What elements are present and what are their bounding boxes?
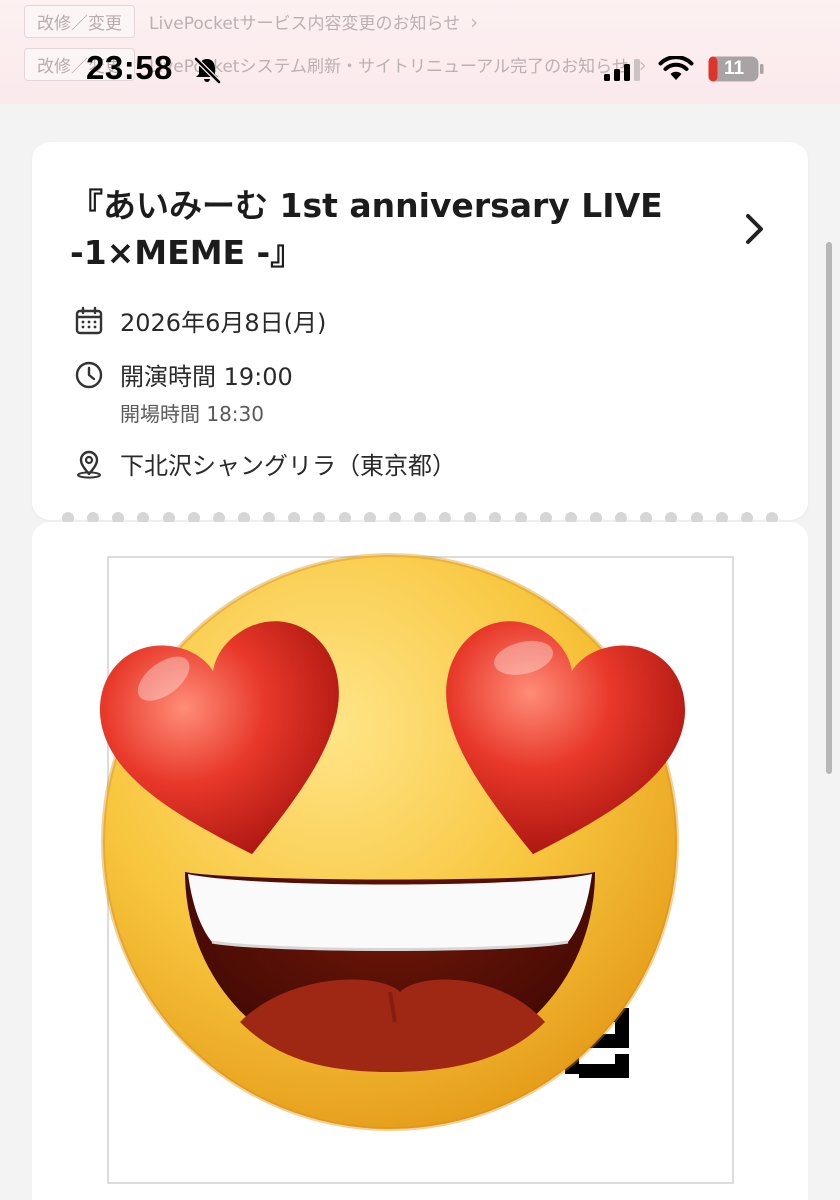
event-time-row: 開演時間 19:00 (74, 357, 293, 392)
event-title-line: -1×MEME -』 (70, 233, 304, 272)
event-start-time: 開演時間 19:00 (120, 363, 293, 391)
heart-eyes-emoji (100, 553, 685, 1131)
clock-icon (75, 361, 103, 388)
calendar-icon (75, 306, 103, 334)
bell-slash-icon (194, 57, 221, 84)
chevron-right-icon[interactable] (744, 212, 766, 246)
event-title: 『あいみーむ 1st anniversary LIVE -1×MEME -』 (70, 182, 670, 276)
event-date-row: 2026年6月8日(月) (74, 303, 326, 338)
chevron-right-icon: › (470, 9, 479, 34)
news-text: LivePocketサービス内容変更のお知らせ (149, 14, 461, 34)
event-open-time: 開場時間 18:30 (120, 402, 264, 426)
battery-icon: 11 (708, 56, 764, 82)
news-tag: 改修／変更 (24, 5, 135, 38)
event-venue: 下北沢シャングリラ（東京都） (120, 452, 456, 480)
event-title-line: 『あいみーむ 1st anniversary LIVE (70, 186, 663, 225)
wifi-icon (658, 56, 694, 80)
battery-level: 11 (723, 58, 745, 79)
map-pin-icon (77, 450, 101, 479)
signal-icon (604, 59, 640, 81)
news-item[interactable]: 改修／変更 LivePocketサービス内容変更のお知らせ › (24, 5, 478, 38)
event-date: 2026年6月8日(月) (120, 309, 327, 337)
event-card[interactable]: 『あいみーむ 1st anniversary LIVE -1×MEME -』 2… (32, 142, 808, 520)
scrollbar[interactable] (826, 242, 832, 774)
status-time: 23:58 (86, 49, 173, 86)
event-venue-row: 下北沢シャングリラ（東京都） (74, 446, 456, 481)
